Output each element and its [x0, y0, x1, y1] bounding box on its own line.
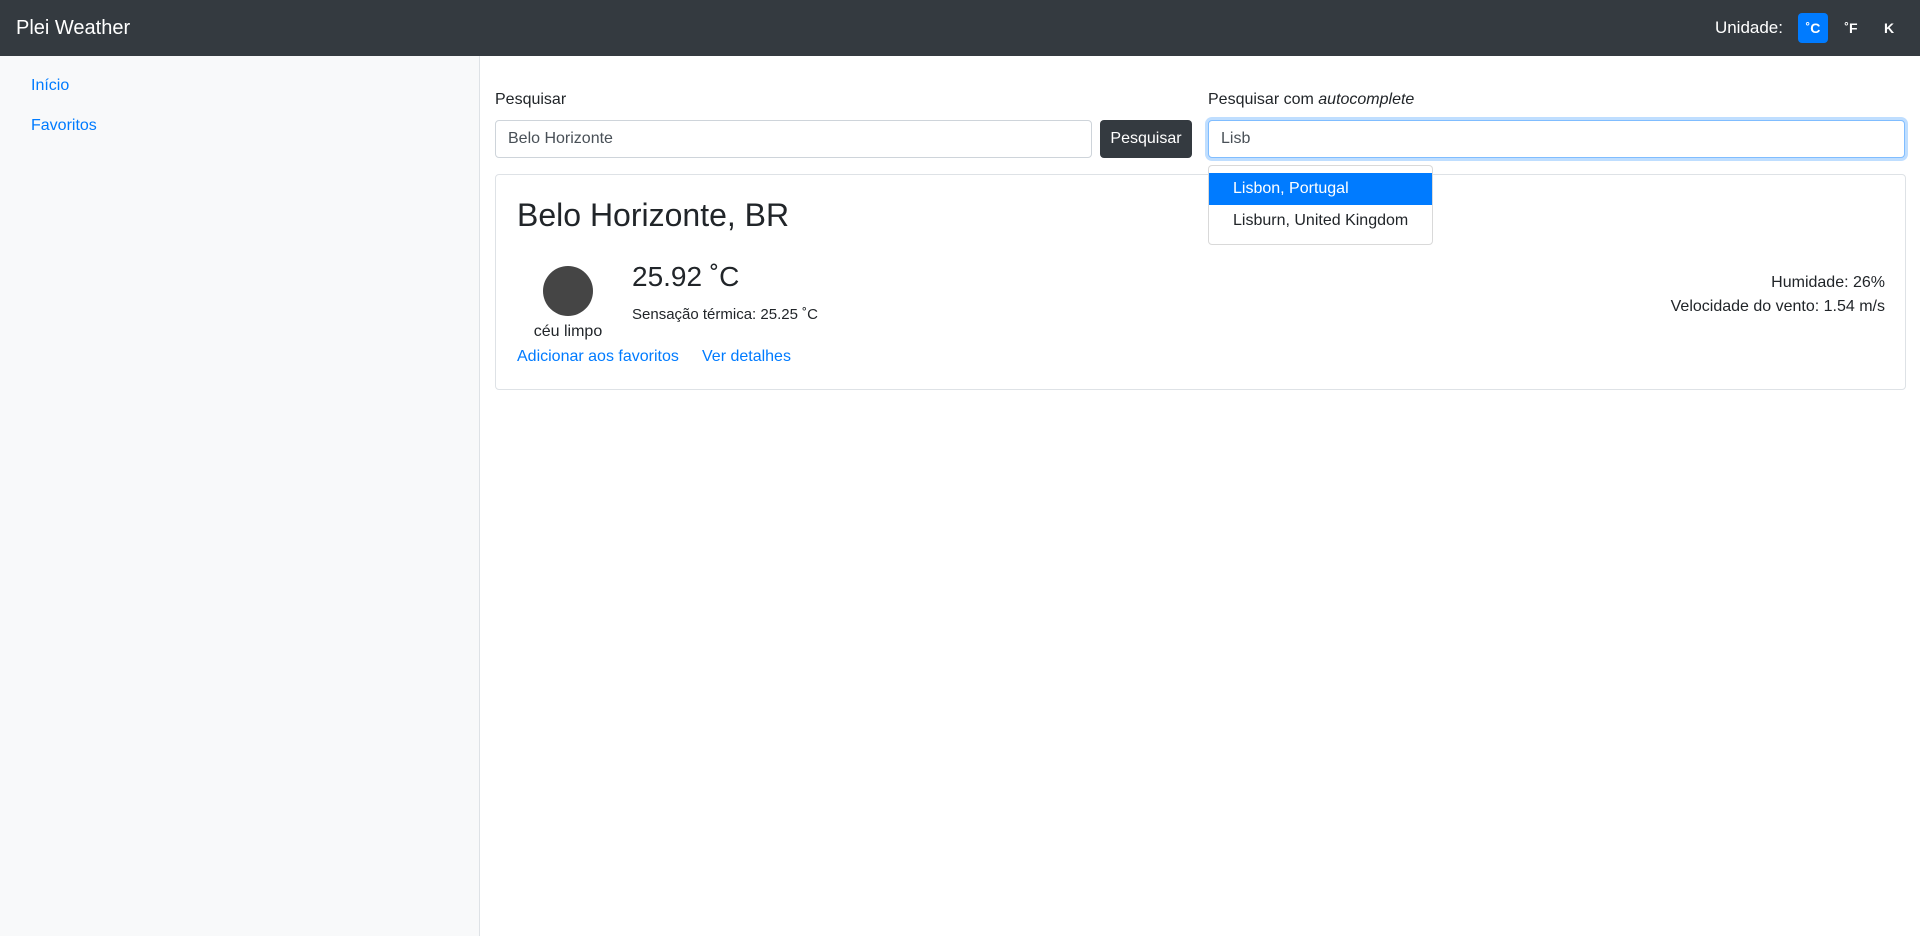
- sidebar-item-favoritos[interactable]: Favoritos: [0, 106, 479, 146]
- temperature-value: 25.92 ˚C: [632, 261, 740, 292]
- suggestion-item[interactable]: Lisburn, United Kingdom: [1209, 205, 1432, 237]
- sidebar-item-inicio[interactable]: Início: [0, 66, 479, 106]
- brand-title[interactable]: Plei Weather: [16, 17, 130, 40]
- humidity-text: Humidade: 26%: [1771, 274, 1885, 291]
- search-button[interactable]: Pesquisar: [1100, 120, 1192, 158]
- search-label: Pesquisar: [495, 91, 567, 108]
- unit-celsius-button[interactable]: ˚C: [1798, 13, 1828, 43]
- unit-kelvin-button[interactable]: K: [1874, 13, 1904, 43]
- feels-like-text: Sensação térmica: 25.25 ˚C: [632, 306, 818, 323]
- weather-card: Belo Horizonte, BR céu limpo 25.92 ˚C Se…: [495, 174, 1906, 390]
- autocomplete-input[interactable]: [1208, 120, 1905, 158]
- suggestion-item[interactable]: Lisbon, Portugal: [1209, 173, 1432, 205]
- main-content: Pesquisar Pesquisar Pesquisar com autoco…: [481, 56, 1920, 936]
- unit-label: Unidade:: [1714, 18, 1783, 37]
- view-details-link[interactable]: Ver detalhes: [702, 348, 791, 366]
- sidebar: Início Favoritos: [0, 56, 480, 936]
- autocomplete-label: Pesquisar com autocomplete: [1208, 91, 1414, 109]
- clear-sky-icon: [543, 266, 593, 316]
- wind-speed-text: Velocidade do vento: 1.54 m/s: [1670, 298, 1885, 315]
- weather-description: céu limpo: [533, 323, 603, 340]
- weather-stats: Humidade: 26% Velocidade do vento: 1.54 …: [1671, 271, 1885, 319]
- add-favorite-link[interactable]: Adicionar aos favoritos: [517, 348, 679, 366]
- unit-selector: Unidade: ˚C ˚F K: [1715, 13, 1904, 43]
- navbar: Plei Weather Unidade: ˚C ˚F K: [0, 0, 1920, 56]
- autocomplete-label-emphasis: autocomplete: [1318, 91, 1415, 108]
- unit-fahrenheit-button[interactable]: ˚F: [1836, 13, 1866, 43]
- autocomplete-dropdown: Lisbon, Portugal Lisburn, United Kingdom: [1208, 165, 1433, 245]
- search-input[interactable]: [495, 120, 1092, 158]
- autocomplete-label-prefix: Pesquisar com: [1208, 91, 1319, 108]
- city-title: Belo Horizonte, BR: [517, 197, 790, 233]
